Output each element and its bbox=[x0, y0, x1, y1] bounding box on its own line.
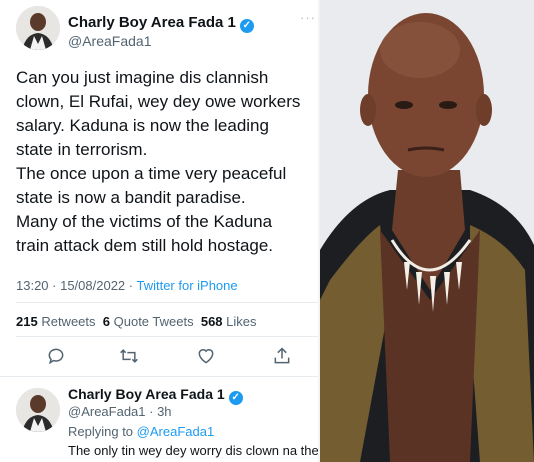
tweet-line: Many of the victims of the Kaduna bbox=[16, 212, 273, 231]
tweet-line: The once upon a time very peaceful bbox=[16, 164, 287, 183]
replying-to-label: Replying to bbox=[68, 424, 137, 439]
reply-author-handle[interactable]: @AreaFada1 · 3h bbox=[68, 404, 172, 419]
quotes-stat[interactable]: 6 Quote Tweets bbox=[103, 314, 194, 329]
tweet-stats: 215 Retweets 6 Quote Tweets 568 Likes bbox=[16, 314, 257, 329]
tweet-timestamp[interactable]: 13:20 · 15/08/2022 · bbox=[16, 278, 136, 293]
replying-to: Replying to @AreaFada1 bbox=[68, 424, 214, 439]
tweet-panel: Charly Boy Area Fada 1 ✓ @AreaFada1 ··· C… bbox=[0, 0, 318, 462]
likes-stat[interactable]: 568 Likes bbox=[201, 314, 257, 329]
tweet-text: Can you just imagine dis clannish clown,… bbox=[16, 66, 316, 258]
tweet-line: salary. Kaduna is now the leading bbox=[16, 116, 269, 135]
tweet-header: Charly Boy Area Fada 1 ✓ @AreaFada1 ··· bbox=[16, 6, 316, 50]
likes-label: Likes bbox=[226, 314, 257, 329]
share-icon[interactable] bbox=[272, 346, 294, 368]
reply-icon[interactable] bbox=[46, 346, 68, 368]
retweet-icon[interactable] bbox=[118, 346, 140, 368]
author-avatar[interactable] bbox=[16, 6, 60, 50]
tweet-line: train attack dem still hold hostage. bbox=[16, 236, 274, 255]
verified-icon: ✓ bbox=[228, 391, 243, 405]
tweet-line: Can you just imagine dis clannish bbox=[16, 68, 269, 87]
retweets-label: Retweets bbox=[41, 314, 96, 329]
replying-to-handle[interactable]: @AreaFada1 bbox=[137, 424, 215, 439]
tweet-line: state is now a bandit paradise. bbox=[16, 188, 246, 207]
likes-count: 568 bbox=[200, 314, 223, 329]
author-name[interactable]: Charly Boy Area Fada 1 ✓ bbox=[68, 14, 254, 33]
author-name-text[interactable]: Charly Boy Area Fada 1 bbox=[68, 14, 236, 31]
verified-icon: ✓ bbox=[239, 19, 254, 33]
reply-author-name[interactable]: Charly Boy Area Fada 1 ✓ bbox=[68, 386, 243, 405]
divider bbox=[16, 302, 318, 303]
divider bbox=[0, 376, 318, 377]
tweet-line: clown, El Rufai, wey dey owe workers bbox=[16, 92, 301, 111]
quotes-label: Quote Tweets bbox=[113, 314, 194, 329]
reply-tweet[interactable]: Charly Boy Area Fada 1 ✓ @AreaFada1 · 3h … bbox=[16, 384, 318, 462]
tweet-source[interactable]: Twitter for iPhone bbox=[136, 278, 237, 293]
retweets-stat[interactable]: 215 Retweets bbox=[16, 314, 96, 329]
retweets-count: 215 bbox=[16, 314, 38, 329]
like-icon[interactable] bbox=[196, 346, 218, 368]
reply-text: The only tin wey dey worry dis clown na … bbox=[68, 443, 318, 458]
divider bbox=[16, 336, 318, 337]
tweet-actions bbox=[16, 346, 306, 370]
more-icon[interactable]: ··· bbox=[300, 10, 316, 25]
quotes-count: 6 bbox=[102, 314, 110, 329]
reply-author-name-text[interactable]: Charly Boy Area Fada 1 bbox=[68, 386, 225, 402]
reply-author-avatar[interactable] bbox=[16, 388, 60, 432]
tweet-line: state in terrorism. bbox=[16, 140, 148, 159]
author-handle[interactable]: @AreaFada1 bbox=[68, 33, 151, 49]
tweet-meta: 13:20 · 15/08/2022 · Twitter for iPhone bbox=[16, 278, 238, 293]
portrait-illustration bbox=[320, 0, 534, 462]
portrait-photo bbox=[320, 0, 534, 462]
